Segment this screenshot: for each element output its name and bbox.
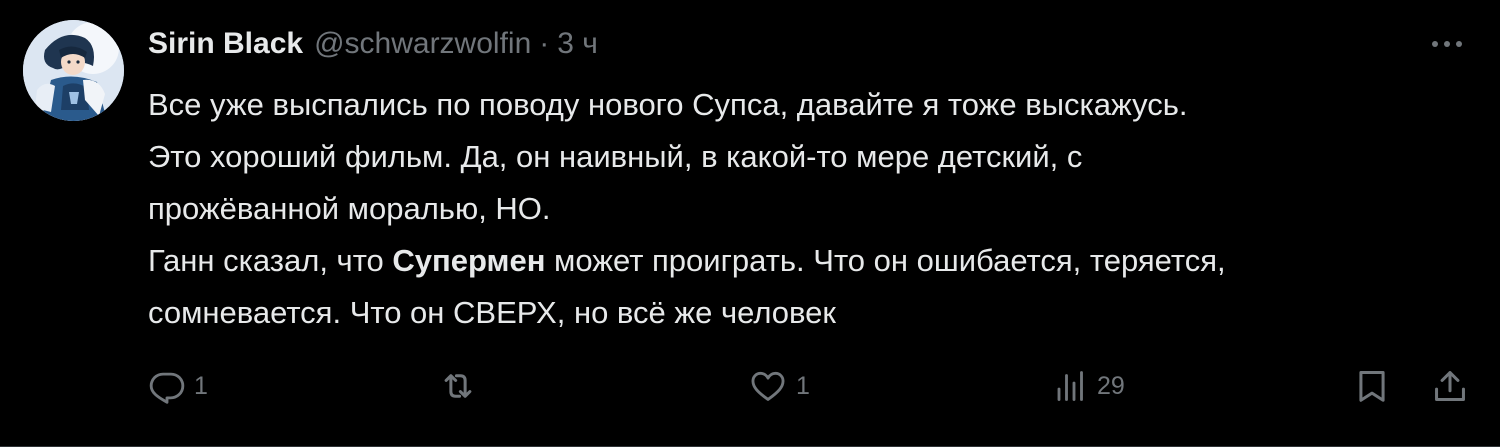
like-count: 1 bbox=[796, 371, 810, 400]
author-handle[interactable]: @schwarzwolfin bbox=[314, 27, 531, 61]
share-button[interactable] bbox=[1431, 360, 1469, 412]
bookmark-button[interactable] bbox=[1353, 360, 1391, 412]
tweet-text-line: Ганн сказал, что Супермен может проиграт… bbox=[148, 235, 1468, 287]
share-icon bbox=[1435, 371, 1465, 401]
views-icon bbox=[1057, 371, 1083, 401]
bold-text: Супермен bbox=[392, 243, 546, 278]
text-segment: Ганн сказал, что bbox=[148, 243, 393, 278]
tweet-text-line: Все уже выспались по поводу нового Супса… bbox=[148, 87, 1188, 122]
tweet-text-line: Это хороший фильм. Да, он наивный, в как… bbox=[148, 139, 1083, 174]
action-bar: 1 1 29 bbox=[148, 360, 1478, 412]
avatar[interactable] bbox=[23, 20, 124, 121]
more-button[interactable] bbox=[1422, 26, 1472, 62]
retweet-button[interactable] bbox=[438, 360, 486, 412]
author-display-name[interactable]: Sirin Black bbox=[148, 27, 303, 61]
bookmark-icon bbox=[1359, 371, 1385, 402]
tweet-header: Sirin Black @schwarzwolfin · 3 ч bbox=[148, 20, 598, 68]
views-count: 29 bbox=[1097, 371, 1125, 400]
separator-dot: · bbox=[539, 27, 550, 60]
retweet-icon bbox=[444, 374, 472, 398]
reply-button[interactable]: 1 bbox=[148, 360, 208, 412]
tweet-text: Все уже выспались по поводу нового Супса… bbox=[148, 79, 1468, 339]
tweet-text-line: сомневается. Что он СВЕРХ, но всё же чел… bbox=[148, 295, 836, 330]
reply-count: 1 bbox=[194, 371, 208, 400]
more-icon bbox=[1432, 41, 1462, 47]
tweet[interactable]: Sirin Black @schwarzwolfin · 3 ч Все уже… bbox=[0, 0, 1500, 447]
tweet-text-line: прожёванной моралью, НО. bbox=[148, 191, 551, 226]
text-segment: может проиграть. Что он ошибается, теряе… bbox=[545, 243, 1226, 278]
like-button[interactable]: 1 bbox=[748, 360, 810, 412]
views-button[interactable]: 29 bbox=[1053, 360, 1125, 412]
heart-icon bbox=[751, 371, 785, 401]
reply-icon bbox=[149, 372, 185, 404]
tweet-timestamp[interactable]: 3 ч bbox=[557, 27, 598, 61]
